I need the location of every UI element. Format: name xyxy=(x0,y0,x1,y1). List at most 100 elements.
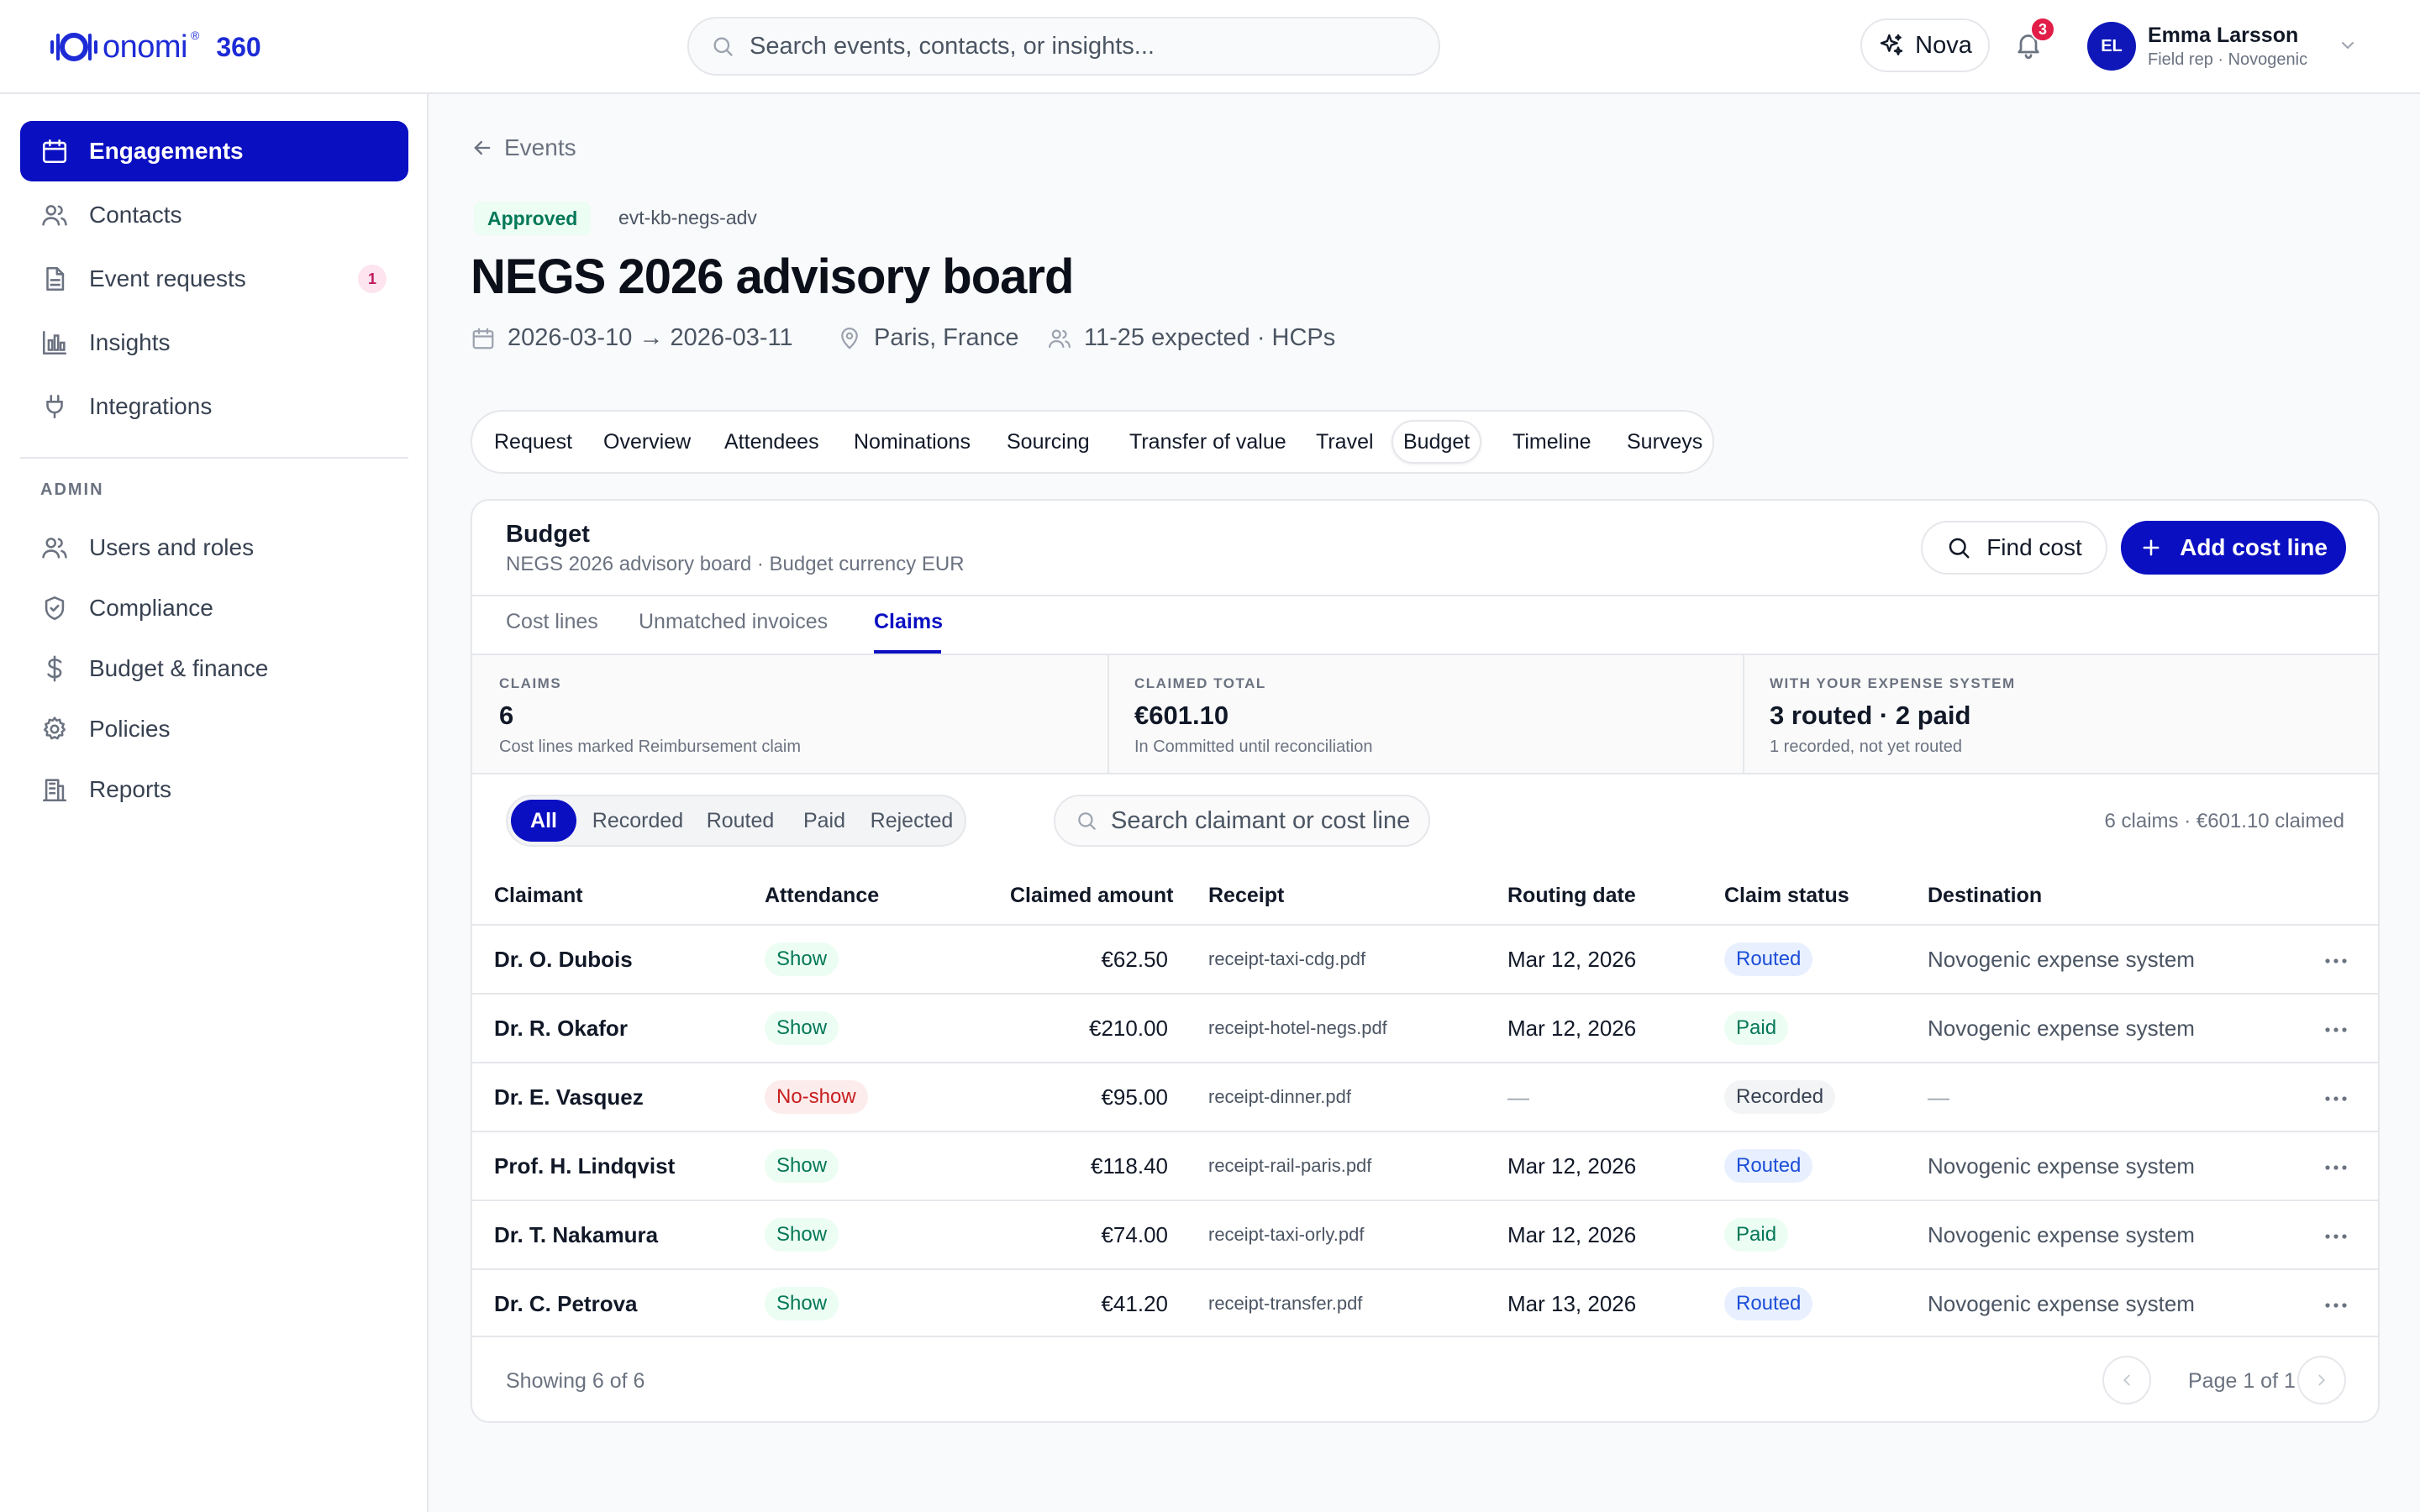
subtab-unmatched-invoices[interactable]: Unmatched invoices xyxy=(639,610,828,634)
table-row[interactable]: Dr. R. Okafor Show €210.00 receipt-hotel… xyxy=(472,993,2378,1062)
previous-page-button[interactable] xyxy=(2102,1356,2151,1404)
sidebar-item-label: Engagements xyxy=(89,138,244,164)
sidebar-item-label: Event requests xyxy=(89,265,246,291)
brand-logo[interactable]: onomi ® 360 xyxy=(49,24,261,71)
event-tabs: Request Overview Attendees Nominations S… xyxy=(471,410,1714,474)
column-header-routing-date[interactable]: Routing date xyxy=(1507,884,1636,908)
user-name[interactable]: Emma Larsson xyxy=(2148,24,2298,48)
subtab-cost-lines[interactable]: Cost lines xyxy=(506,610,598,634)
search-placeholder: Search events, contacts, or insights... xyxy=(750,32,1155,60)
global-search-input[interactable]: Search events, contacts, or insights... xyxy=(687,17,1440,76)
more-options-icon[interactable] xyxy=(2324,1095,2348,1102)
dollar-icon xyxy=(40,654,69,683)
notification-count-badge: 3 xyxy=(2030,17,2055,42)
tab-budget[interactable]: Budget xyxy=(1392,420,1482,464)
find-cost-label: Find cost xyxy=(1986,534,2082,560)
next-page-button[interactable] xyxy=(2297,1356,2346,1404)
tab-travel[interactable]: Travel xyxy=(1306,420,1384,464)
sidebar-item-label: Budget & finance xyxy=(89,655,269,681)
receipt-link[interactable]: receipt-taxi-cdg.pdf xyxy=(1208,926,1365,993)
event-requests-count-badge: 1 xyxy=(358,265,387,293)
event-dates-text: 2026-03-10 → 2026-03-11 xyxy=(508,324,793,351)
receipt-link[interactable]: receipt-transfer.pdf xyxy=(1208,1270,1362,1337)
more-options-icon[interactable] xyxy=(2324,1302,2348,1309)
pagination: Page 1 of 1 xyxy=(2102,1356,2346,1406)
receipt-link[interactable]: receipt-taxi-orly.pdf xyxy=(1208,1201,1364,1268)
sparkle-icon xyxy=(1878,32,1905,59)
routing-date: — xyxy=(1507,1084,1529,1110)
column-header-claim-status[interactable]: Claim status xyxy=(1724,884,1849,908)
column-header-claimed-amount[interactable]: Claimed amount xyxy=(1010,884,1173,908)
more-options-icon[interactable] xyxy=(2324,1164,2348,1171)
status-cell: Paid xyxy=(1724,1201,1789,1268)
brand-wordmark: onomi xyxy=(103,29,188,65)
subtab-claims[interactable]: Claims xyxy=(874,610,943,634)
add-cost-line-button[interactable]: Add cost line xyxy=(2121,521,2346,575)
building-icon xyxy=(40,775,69,804)
sidebar-item-contacts[interactable]: Contacts xyxy=(20,185,408,245)
claims-summary: 6 claims · €601.10 claimed xyxy=(2104,810,2344,832)
find-cost-button[interactable]: Find cost xyxy=(1921,521,2107,575)
add-cost-line-label: Add cost line xyxy=(2180,534,2328,560)
claim-search-input[interactable]: Search claimant or cost line xyxy=(1054,795,1430,847)
filter-recorded[interactable]: Recorded xyxy=(583,800,692,842)
tab-surveys[interactable]: Surveys xyxy=(1617,420,1712,464)
more-options-icon[interactable] xyxy=(2324,1026,2348,1033)
plus-icon xyxy=(2139,536,2163,559)
receipt-link[interactable]: receipt-dinner.pdf xyxy=(1208,1063,1351,1131)
table-row[interactable]: Dr. E. Vasquez No-show €95.00 receipt-di… xyxy=(472,1062,2378,1131)
sidebar-item-budget-and-finance[interactable]: Budget & finance xyxy=(20,638,408,699)
filter-all[interactable]: All xyxy=(511,800,576,842)
column-header-receipt[interactable]: Receipt xyxy=(1208,884,1284,908)
sidebar-divider xyxy=(20,457,408,459)
users-icon xyxy=(40,201,69,229)
users-icon xyxy=(1047,326,1072,351)
tab-attendees[interactable]: Attendees xyxy=(714,420,829,464)
sidebar-item-engagements[interactable]: Engagements xyxy=(20,121,408,181)
sidebar-item-compliance[interactable]: Compliance xyxy=(20,578,408,638)
sidebar-item-event-requests[interactable]: Event requests 1 xyxy=(20,249,408,309)
filter-routed[interactable]: Routed xyxy=(694,800,786,842)
notifications-button[interactable]: 3 xyxy=(2013,17,2055,62)
tab-request[interactable]: Request xyxy=(484,420,582,464)
tab-sourcing[interactable]: Sourcing xyxy=(997,420,1100,464)
table-row[interactable]: Dr. C. Petrova Show €41.20 receipt-trans… xyxy=(472,1268,2378,1337)
sidebar-item-reports[interactable]: Reports xyxy=(20,759,408,820)
nova-assistant-button[interactable]: Nova xyxy=(1860,18,1990,72)
sidebar-item-integrations[interactable]: Integrations xyxy=(20,376,408,437)
claim-status-badge: Routed xyxy=(1724,1287,1813,1320)
receipt-link[interactable]: receipt-hotel-negs.pdf xyxy=(1208,995,1387,1062)
more-options-icon[interactable] xyxy=(2324,958,2348,964)
chevron-down-icon[interactable] xyxy=(2338,35,2358,55)
sidebar-item-label: Compliance xyxy=(89,595,213,621)
tab-nominations[interactable]: Nominations xyxy=(844,420,981,464)
sidebar-item-policies[interactable]: Policies xyxy=(20,699,408,759)
sidebar-section-admin: ADMIN xyxy=(40,480,104,499)
status-cell: Recorded xyxy=(1724,1063,1836,1131)
sidebar-item-insights[interactable]: Insights xyxy=(20,312,408,373)
user-avatar[interactable]: EL xyxy=(2087,22,2136,71)
event-attendance: 11-25 expected · HCPs xyxy=(1047,324,1335,352)
tab-transfer-of-value[interactable]: Transfer of value xyxy=(1119,420,1297,464)
column-header-destination[interactable]: Destination xyxy=(1928,884,2042,908)
receipt-link[interactable]: receipt-rail-paris.pdf xyxy=(1208,1132,1371,1200)
event-attendance-text: 11-25 expected · HCPs xyxy=(1084,324,1336,351)
event-status-badge: Approved xyxy=(474,202,592,235)
sidebar-item-label: Reports xyxy=(89,776,172,802)
column-header-claimant[interactable]: Claimant xyxy=(494,884,583,908)
tab-overview[interactable]: Overview xyxy=(593,420,701,464)
filter-paid[interactable]: Paid xyxy=(790,800,859,842)
column-header-attendance[interactable]: Attendance xyxy=(765,884,879,908)
back-to-events-link[interactable]: Events xyxy=(471,134,576,161)
sidebar-item-users-and-roles[interactable]: Users and roles xyxy=(20,517,408,578)
stat-label: WITH YOUR EXPENSE SYSTEM xyxy=(1770,675,2016,691)
filter-rejected[interactable]: Rejected xyxy=(860,800,963,842)
stat-value: 3 routed · 2 paid xyxy=(1770,701,1971,730)
more-options-icon[interactable] xyxy=(2324,1233,2348,1240)
table-row[interactable]: Dr. T. Nakamura Show €74.00 receipt-taxi… xyxy=(472,1200,2378,1268)
claim-status-filter: All Recorded Routed Paid Rejected xyxy=(506,795,966,847)
table-row[interactable]: Prof. H. Lindqvist Show €118.40 receipt-… xyxy=(472,1131,2378,1200)
table-row[interactable]: Dr. O. Dubois Show €62.50 receipt-taxi-c… xyxy=(472,924,2378,993)
tab-timeline[interactable]: Timeline xyxy=(1502,420,1602,464)
chevron-right-icon xyxy=(2312,1371,2331,1389)
